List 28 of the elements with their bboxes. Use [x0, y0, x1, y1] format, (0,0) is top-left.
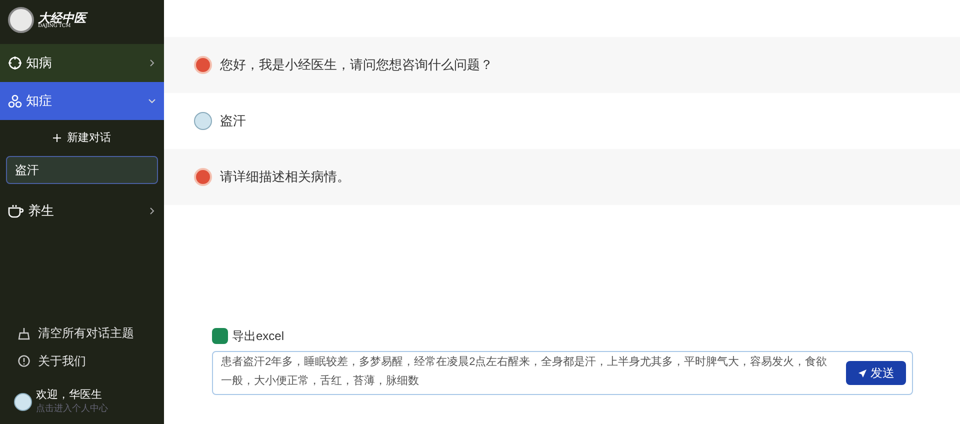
chevron-icon [148, 59, 156, 67]
message-input[interactable]: 患者盗汗2年多，睡眠较差，多梦易醒，经常在凌晨2点左右醒来，全身都是汗，上半身尤其多，平时脾气大，容易发火，食欲一般，大小便正常，舌红，苔薄，脉细数 发送 [212, 351, 913, 395]
chevron-icon [148, 207, 156, 215]
sidebar-action[interactable]: 清空所有对话主题 [0, 319, 164, 347]
menu-item[interactable]: 知症 [0, 82, 164, 120]
circles-icon [8, 94, 22, 108]
message-text: 您好，我是小经医生，请问您想咨询什么问题？ [220, 56, 493, 74]
cup-icon [8, 204, 24, 218]
info-icon [18, 355, 30, 367]
logo-title: 大经中医 [38, 12, 86, 24]
avatar-icon [14, 392, 32, 410]
send-icon [858, 368, 866, 378]
crosshair-icon [8, 56, 22, 70]
message-text: 请详细描述相关病情。 [220, 168, 350, 186]
doctor-avatar-icon [194, 56, 212, 74]
plus-icon [53, 134, 61, 142]
export-excel-button[interactable]: 导出excel [212, 327, 284, 345]
user-greeting: 欢迎，华医生 [36, 389, 103, 403]
sidebar-action[interactable]: 关于我们 [0, 347, 164, 375]
message-text: 盗汗 [220, 112, 246, 130]
menu-item[interactable]: 知病 [0, 44, 164, 82]
chevron-icon [148, 97, 156, 105]
send-button[interactable]: 发送 [846, 361, 906, 385]
broom-icon [18, 326, 30, 340]
conversation-item[interactable]: 盗汗 [6, 156, 158, 184]
doctor-avatar-icon [194, 168, 212, 186]
new-chat-button[interactable]: 新建对话 [0, 124, 164, 152]
user-avatar-icon [194, 112, 212, 130]
